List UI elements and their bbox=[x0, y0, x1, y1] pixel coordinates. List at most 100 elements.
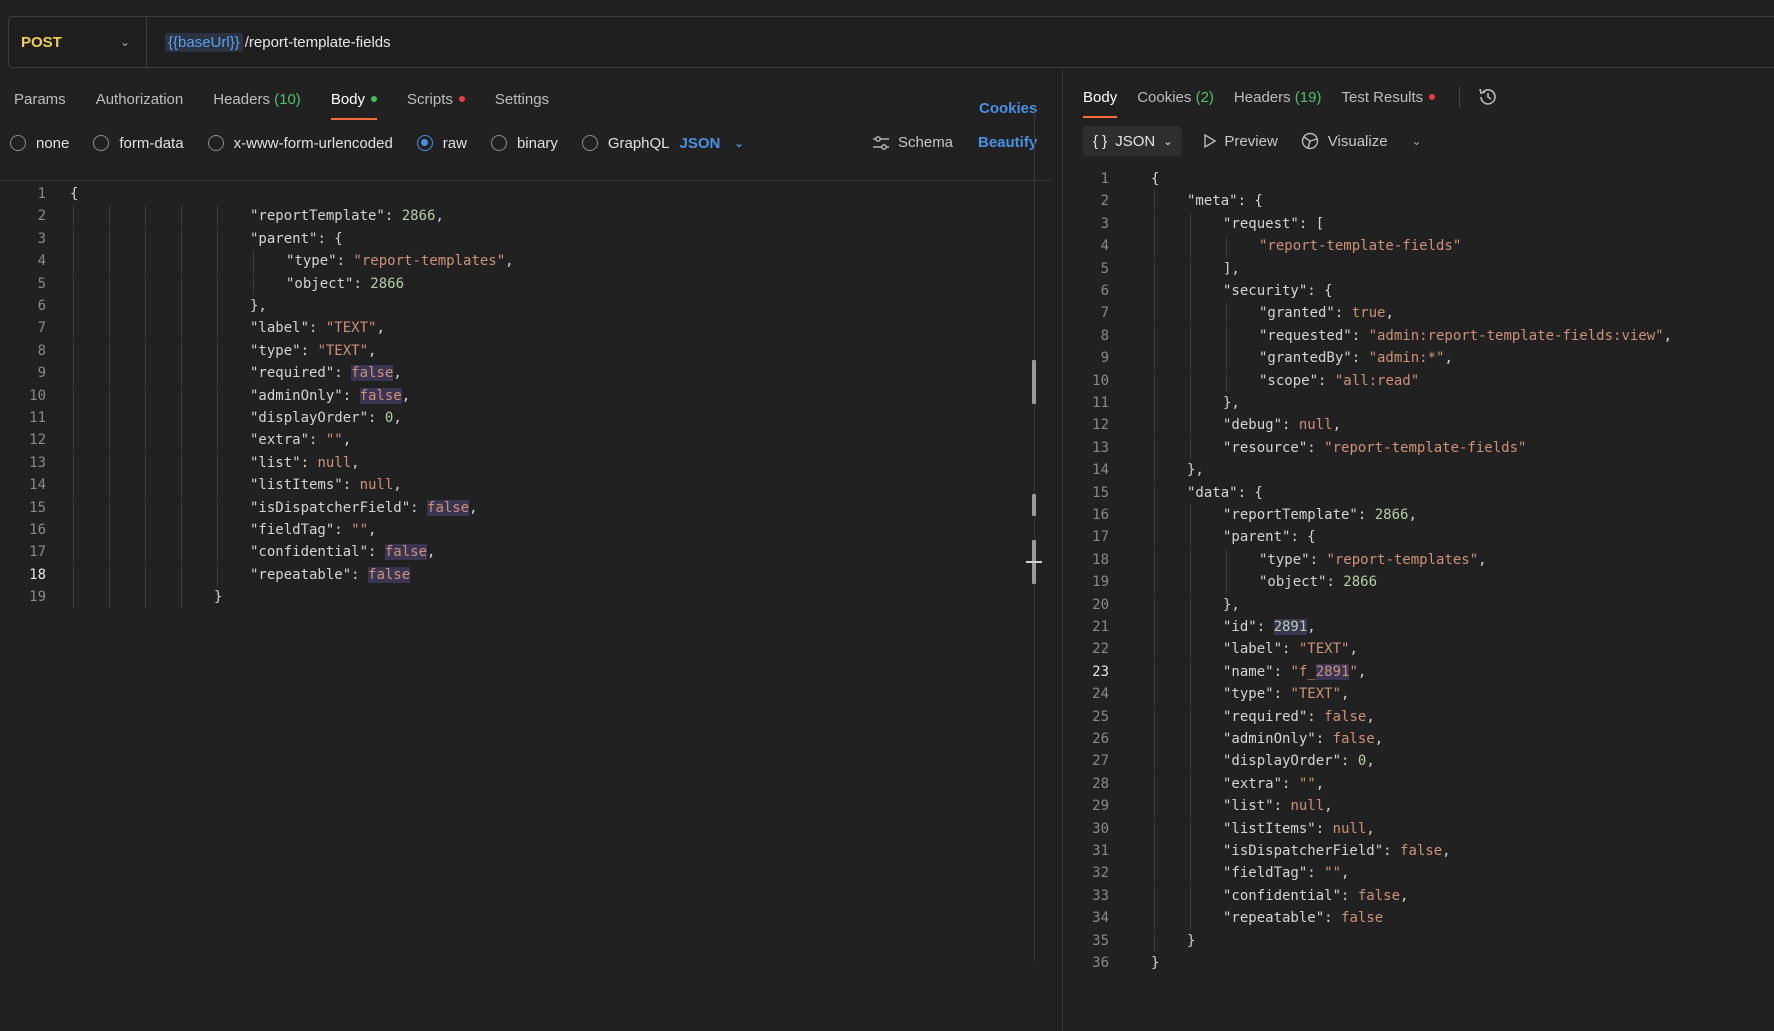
code-content: "label": "TEXT", bbox=[1223, 638, 1358, 660]
indent-guide bbox=[1190, 638, 1191, 661]
code-token: "" bbox=[1298, 775, 1316, 792]
code-token: , bbox=[1374, 731, 1384, 747]
radio-icon[interactable] bbox=[207, 135, 224, 151]
indent-guide bbox=[145, 586, 146, 609]
request-editor-scrollbar[interactable] bbox=[1026, 110, 1042, 961]
code-content: "name": "f_2891", bbox=[1223, 661, 1366, 683]
request-body-editor[interactable]: 1{2 "reportTemplate": 2866, 3 "parent": {4 "… bbox=[0, 180, 1052, 1031]
code-token: , bbox=[1315, 775, 1325, 792]
raw-language-select[interactable]: JSON ⌄ bbox=[680, 135, 744, 152]
method-select[interactable]: POST ⌄ bbox=[9, 17, 147, 67]
code-token: }, bbox=[1223, 395, 1240, 411]
body-mode-x-www-form-urlencoded[interactable]: x-www-form-urlencoded bbox=[207, 135, 393, 152]
code-line: 2 "meta": { bbox=[1063, 190, 1774, 213]
url-input[interactable]: {{baseUrl}} /report-template-fields bbox=[147, 32, 391, 52]
code-token: null bbox=[359, 477, 394, 494]
tab-label: Params bbox=[14, 91, 66, 108]
tab-params[interactable]: Params bbox=[14, 90, 66, 120]
response-body-viewer[interactable]: 1{2 "meta": {3 "request": [4 "report-templa… bbox=[1063, 168, 1774, 1031]
response-tab-test-results[interactable]: Test Results bbox=[1341, 88, 1436, 118]
response-tab-headers[interactable]: Headers (19) bbox=[1234, 88, 1322, 118]
line-number: 12 bbox=[1092, 417, 1109, 434]
indent-guide bbox=[181, 272, 182, 295]
indent-guide bbox=[1190, 280, 1191, 302]
code-line: 6 "security": { bbox=[1063, 280, 1774, 302]
code-token: "type" bbox=[286, 253, 337, 270]
visualize-button[interactable]: Visualize bbox=[1300, 131, 1388, 151]
code-line: 16 "fieldTag": "", bbox=[0, 519, 1052, 541]
radio-icon[interactable] bbox=[581, 135, 598, 151]
indent-guide bbox=[217, 384, 218, 407]
indent-guide bbox=[1190, 369, 1191, 392]
body-mode-label: GraphQL bbox=[607, 134, 670, 152]
indent-guide bbox=[1154, 571, 1155, 594]
code-line: 8 "requested": "admin:report-template-fie… bbox=[1063, 324, 1774, 347]
code-token: : bbox=[351, 566, 369, 583]
tab-headers[interactable]: Headers (10) bbox=[213, 90, 301, 120]
response-tab-body[interactable]: Body bbox=[1083, 88, 1118, 118]
indent-guide bbox=[217, 339, 218, 362]
tab-count: (19) bbox=[1294, 89, 1322, 106]
indent-guide bbox=[1190, 840, 1191, 862]
preview-button[interactable]: Preview bbox=[1204, 133, 1278, 150]
body-mode-GraphQL[interactable]: GraphQL bbox=[581, 134, 670, 152]
indent-guide bbox=[73, 451, 74, 474]
code-token: "admin:report-template-fields:view" bbox=[1368, 327, 1664, 344]
radio-icon[interactable] bbox=[490, 135, 507, 151]
tab-settings[interactable]: Settings bbox=[495, 90, 549, 120]
radio-icon[interactable] bbox=[416, 135, 433, 151]
indent-guide bbox=[1154, 324, 1155, 347]
code-token: , bbox=[427, 544, 436, 561]
indent-guide bbox=[73, 227, 74, 250]
body-mode-none[interactable]: none bbox=[10, 135, 69, 152]
code-token: , bbox=[1663, 327, 1673, 344]
code-token: false bbox=[427, 499, 470, 516]
indent-guide bbox=[109, 563, 110, 586]
code-token: " bbox=[1349, 663, 1358, 680]
code-content: "adminOnly": false, bbox=[250, 385, 410, 407]
indent-guide bbox=[145, 272, 146, 295]
history-icon[interactable] bbox=[1477, 86, 1499, 108]
body-mode-raw[interactable]: raw bbox=[416, 135, 467, 152]
code-content: "confidential": false, bbox=[250, 541, 435, 563]
line-number: 26 bbox=[1092, 731, 1109, 747]
cookies-link[interactable]: Cookies bbox=[979, 100, 1037, 117]
chevron-down-icon: ⌄ bbox=[734, 137, 744, 150]
indent-guide bbox=[145, 205, 146, 228]
code-token: : bbox=[1326, 574, 1344, 591]
response-tab-cookies[interactable]: Cookies (2) bbox=[1137, 88, 1214, 118]
code-line: 35} bbox=[1063, 929, 1774, 952]
response-format-select[interactable]: { } JSON ⌄ bbox=[1083, 126, 1183, 156]
indent-guide bbox=[1154, 392, 1155, 414]
tab-scripts[interactable]: Scripts bbox=[407, 90, 465, 120]
code-token: "type" bbox=[250, 342, 301, 359]
tab-body[interactable]: Body bbox=[330, 90, 378, 120]
code-line: 7 "label": "TEXT", bbox=[0, 317, 1052, 340]
code-content: "type": "report-templates", bbox=[286, 250, 514, 272]
beautify-button[interactable]: Beautify bbox=[978, 134, 1037, 151]
schema-button[interactable]: Schema bbox=[872, 134, 953, 151]
code-token: "security" bbox=[1223, 283, 1308, 299]
indent-guide bbox=[181, 317, 182, 340]
code-token: "required" bbox=[250, 365, 335, 382]
body-mode-binary[interactable]: binary bbox=[490, 135, 558, 152]
tab-authorization[interactable]: Authorization bbox=[96, 90, 184, 120]
radio-icon[interactable] bbox=[10, 135, 26, 151]
body-mode-form-data[interactable]: form-data bbox=[93, 135, 184, 152]
code-line: 28 "extra": "", bbox=[1063, 772, 1774, 795]
chevron-down-icon[interactable]: ⌄ bbox=[1412, 134, 1422, 148]
line-number: 9 bbox=[37, 365, 46, 382]
indent-guide bbox=[181, 474, 182, 497]
code-token: "listItems" bbox=[1223, 820, 1316, 837]
indent-guide bbox=[1154, 862, 1155, 885]
radio-icon[interactable] bbox=[93, 135, 110, 151]
indent-guide bbox=[181, 227, 182, 250]
indent-guide bbox=[1154, 728, 1155, 750]
code-token: : bbox=[368, 544, 385, 561]
indent-guide bbox=[109, 362, 110, 385]
url-variable[interactable]: {{baseUrl}} bbox=[165, 32, 243, 52]
schema-label: Schema bbox=[898, 134, 954, 151]
request-tabs: Params Authorization Headers (10) Body Scrip… bbox=[14, 90, 549, 120]
code-token: : bbox=[1334, 305, 1352, 322]
code-token: "confidential" bbox=[250, 544, 369, 561]
